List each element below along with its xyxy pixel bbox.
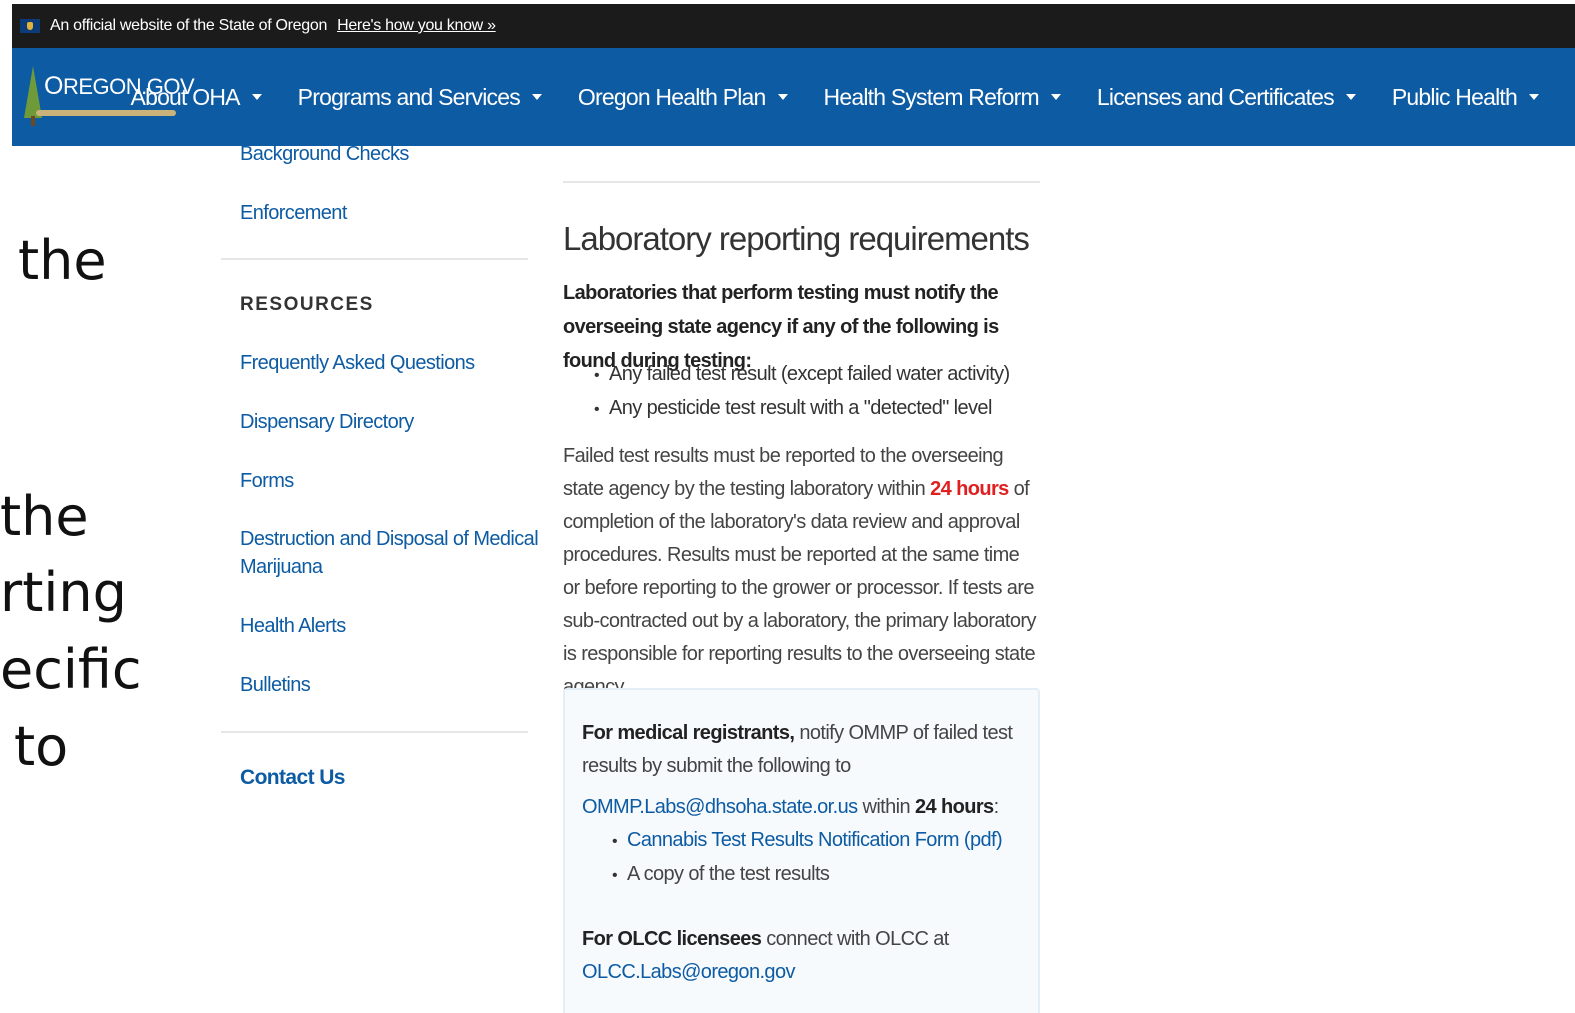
slide-fragment: the <box>18 229 107 292</box>
reporting-paragraph: Failed test results must be reported to … <box>563 445 1036 698</box>
sidebar-link-faq[interactable]: Frequently Asked Questions <box>240 352 475 375</box>
caret-down-icon <box>1050 94 1061 100</box>
sidebar-link-destruction-disposal[interactable]: Destruction and Disposal of Medical <box>240 528 539 551</box>
tree-icon <box>24 66 42 126</box>
nav-programs-services[interactable]: Programs and Services <box>298 84 542 111</box>
official-site-text: An official website of the State of Oreg… <box>50 17 328 34</box>
caret-down-icon <box>1529 94 1539 100</box>
contact-us-link[interactable]: Contact Us <box>240 766 345 790</box>
nav-menu: About OHA Programs and Services Oregon H… <box>131 84 1575 111</box>
list-item: Any failed test result (except failed wa… <box>594 358 1010 392</box>
caret-down-icon <box>1345 94 1356 100</box>
findings-list: Any failed test result (except failed wa… <box>594 358 1010 426</box>
notification-form-link[interactable]: Cannabis Test Results Notification Form … <box>627 829 1003 851</box>
nav-licenses-certificates[interactable]: Licenses and Certificates <box>1097 84 1356 111</box>
official-site-banner: An official website of the State of Oreg… <box>12 4 1575 48</box>
list-item[interactable]: Cannabis Test Results Notification Form … <box>612 824 1003 858</box>
nav-oregon-health-plan[interactable]: Oregon Health Plan <box>578 84 788 111</box>
olcc-email-link[interactable]: OLCC.Labs@oregon.gov <box>582 961 795 983</box>
list-item: A copy of the test results <box>612 858 1002 892</box>
slide-fragment: to <box>14 715 69 778</box>
ommp-contact-line: OMMP.Labs@dhsoha.state.or.us within 24 h… <box>582 796 999 818</box>
sidebar-link-enforcement[interactable]: Enforcement <box>240 202 347 225</box>
nav-public-health[interactable]: Public Health <box>1392 84 1539 111</box>
sidebar-link-dispensary-directory[interactable]: Dispensary Directory <box>240 411 414 434</box>
highlight-24-hours: 24 hours <box>930 478 1009 500</box>
slide-fragment: ecific <box>0 638 142 701</box>
content-divider <box>563 181 1040 183</box>
caret-down-icon <box>251 94 262 100</box>
logo-text: OREGON.GOV <box>44 72 195 100</box>
sidebar-link-bulletins[interactable]: Bulletins <box>240 674 311 697</box>
slide-fragment: the <box>0 485 89 548</box>
caret-down-icon <box>531 94 542 100</box>
slide-fragment: rting <box>0 561 127 624</box>
oregon-flag-icon <box>20 19 40 33</box>
how-you-know-link[interactable]: Here's how you know » <box>337 17 496 35</box>
list-item: Any pesticide test result with a "detect… <box>594 392 1010 426</box>
sidebar-link-destruction-disposal-cont[interactable]: Marijuana <box>240 556 323 579</box>
nav-health-system-reform[interactable]: Health System Reform <box>824 84 1061 111</box>
oregon-gov-logo[interactable]: OREGON.GOV <box>20 48 195 146</box>
sidebar-divider <box>221 258 528 260</box>
logo-swoosh <box>36 110 176 116</box>
sidebar-link-background-checks[interactable]: Background Checks <box>240 143 409 166</box>
notification-callout: For medical registrants, notify OMMP of … <box>563 688 1040 1013</box>
sidebar-link-forms[interactable]: Forms <box>240 470 294 493</box>
ommp-email-link[interactable]: OMMP.Labs@dhsoha.state.or.us <box>582 796 858 818</box>
olcc-licensees-text: For OLCC licensees connect with OLCC at O… <box>582 928 949 983</box>
page-title: Laboratory reporting requirements <box>563 220 1030 257</box>
medical-registrants-text: For medical registrants, notify OMMP of … <box>582 722 1013 777</box>
submission-list: Cannabis Test Results Notification Form … <box>612 824 1003 892</box>
slide-text-fragments: the the rting ecific to <box>0 0 200 1013</box>
caret-down-icon <box>777 94 788 100</box>
resources-heading: RESOURCES <box>240 294 374 315</box>
sidebar-divider <box>221 731 528 733</box>
sidebar-link-health-alerts[interactable]: Health Alerts <box>240 615 346 638</box>
main-navbar: OREGON.GOV About OHA Programs and Servic… <box>12 48 1575 146</box>
